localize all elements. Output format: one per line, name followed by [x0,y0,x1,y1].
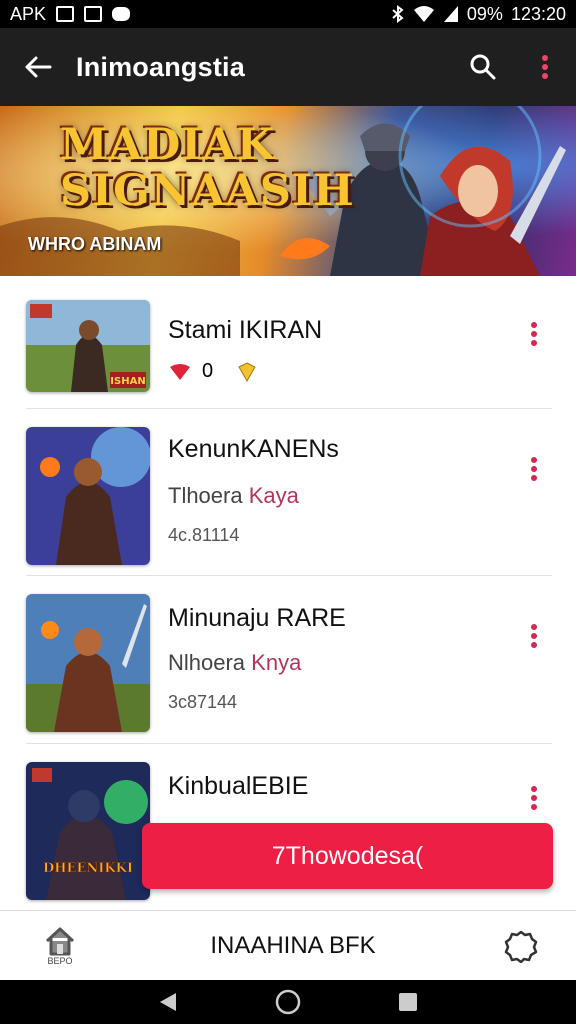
game-count: 4c.81114 [168,525,240,545]
item-more-button[interactable] [520,616,548,656]
banner-subtitle: WHRO ABINAM [28,234,162,254]
status-bar: APK 09% 123:20 [0,0,576,28]
item-more-button[interactable] [520,314,548,354]
system-home-icon[interactable] [275,989,301,1015]
hero-banner[interactable]: MADIAK SIGNAASIH WHRO ABINAM [0,106,576,276]
game-subtitle: Nlhoera Knya [168,650,302,675]
wifi-icon [413,6,434,22]
nav-home-label: BEPO [47,955,73,966]
image-icon [84,6,103,22]
arrow-left-icon [25,56,52,78]
game-list: ISHAN Stami IKIRAN 0 KenunKANENs Tlhoera [0,276,576,912]
overflow-menu-button[interactable] [514,28,576,106]
cloud-icon [112,7,131,21]
svg-text:ISHAN: ISHAN [110,376,145,387]
status-apk-label: APK [10,3,47,24]
heart-badge-icon [170,363,190,380]
nav-home[interactable]: BEPO [0,926,120,966]
gear-icon [504,930,538,963]
primary-action-button[interactable]: 7Thowodesa( [142,823,553,889]
page-title: Inimoangstia [76,51,245,82]
battery-percent: 09% [466,3,503,24]
system-navigation-bar [0,980,576,1024]
item-more-button[interactable] [520,449,548,489]
game-title: Stami IKIRAN [168,316,323,344]
nav-settings[interactable] [466,929,576,963]
search-icon [470,54,496,80]
system-recents-icon[interactable] [398,992,418,1012]
game-count: 3c87144 [168,692,238,712]
system-back-icon[interactable] [158,991,178,1013]
signal-icon [443,6,458,22]
banner-logo: MADIAK SIGNAASIH [60,120,355,216]
game-subtitle: Tlhoera Kaya [168,483,299,508]
game-thumbnail [26,427,150,565]
more-vertical-icon [531,457,537,481]
item-more-button[interactable] [520,778,548,818]
game-thumbnail: ISHAN [26,300,150,392]
more-vertical-icon [531,624,537,648]
clock: 123:20 [510,3,566,24]
search-button[interactable] [452,28,514,106]
nav-center-label[interactable]: INAAHINA BFK [120,932,466,960]
mail-icon [56,6,75,22]
svg-text:DHEENIKKI: DHEENIKKI [43,861,133,876]
more-vertical-icon [542,55,548,79]
home-icon [45,927,75,955]
bluetooth-icon [392,5,404,23]
list-item[interactable]: ISHAN Stami IKIRAN 0 [26,276,552,409]
list-item[interactable]: Minunaju RARE Nlhoera Knya 3c87144 [26,576,552,744]
more-vertical-icon [531,322,537,346]
game-thumbnail: DHEENIKKI [26,762,150,900]
back-button[interactable] [0,28,76,106]
game-title: KinbualEBIE [168,772,309,800]
game-title: KenunKANENs [168,435,339,463]
list-item[interactable]: KenunKANENs Tlhoera Kaya 4c.81114 [26,409,552,576]
game-meta-value: 0 [202,360,214,382]
game-title: Minunaju RARE [168,604,346,632]
more-vertical-icon [531,786,537,810]
shield-icon [238,361,256,382]
game-thumbnail [26,594,150,732]
bottom-navigation: BEPO INAAHINA BFK [0,910,576,980]
app-bar: Inimoangstia [0,28,576,106]
